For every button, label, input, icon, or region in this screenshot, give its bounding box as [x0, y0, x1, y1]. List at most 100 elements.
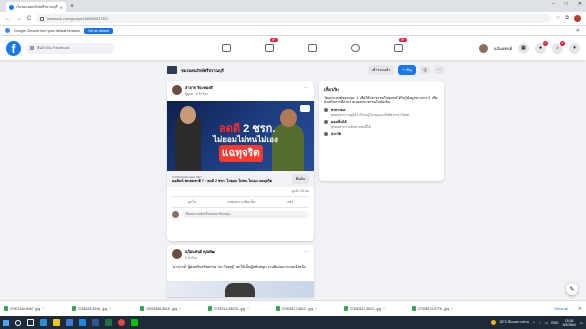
infobar-close-icon[interactable]: ✕: [576, 28, 580, 34]
reload-button[interactable]: C: [27, 16, 31, 22]
image-file-icon: [276, 306, 280, 311]
store-icon[interactable]: [66, 319, 73, 326]
notifications-icon[interactable]: ♪ 9: [552, 40, 565, 54]
comment-input[interactable]: เขียนความคิดเห็นต่อสมาชิกกลุ่ม...: [182, 211, 309, 218]
windows-start-icon[interactable]: [3, 319, 9, 326]
download-item[interactable]: 2766328-3048...jpg ^: [72, 306, 134, 311]
network-icon[interactable]: ◔: [539, 321, 541, 325]
download-filename: 2790744e-6967..jpg: [10, 306, 41, 311]
download-item[interactable]: 2790744e-6967..jpg ^: [4, 306, 66, 311]
clock-icon: [324, 132, 328, 137]
account-menu-chevron-icon[interactable]: ▾: [569, 42, 580, 54]
globe-icon: [324, 108, 328, 113]
extensions-icon[interactable]: ⧉: [565, 15, 569, 22]
download-item[interactable]: 27028972-9776...jpg ^: [412, 306, 474, 311]
share-button[interactable]: แชร์: [287, 199, 294, 205]
task-view-icon[interactable]: [27, 319, 34, 326]
chevron-up-icon[interactable]: ^: [451, 307, 453, 311]
download-item[interactable]: 27630447-3823...jpg ^: [344, 306, 406, 311]
chevron-up-icon[interactable]: ^: [383, 307, 385, 311]
nav-marketplace[interactable]: [291, 36, 334, 60]
post-author[interactable]: สาลาจ ริยะทองดี: [185, 85, 213, 91]
image-file-icon: [4, 306, 8, 311]
comment-composer: เขียนความคิดเห็นต่อสมาชิกกลุ่ม...: [167, 208, 314, 221]
facebook-search-input[interactable]: ค้นหาบน Facebook: [26, 42, 114, 54]
user-avatar[interactable]: [479, 43, 489, 53]
excel-icon[interactable]: [105, 319, 112, 326]
chevron-up-icon[interactable]: ^: [315, 307, 317, 311]
mail-icon[interactable]: [79, 319, 86, 326]
line-icon[interactable]: [131, 319, 138, 326]
post-options-icon[interactable]: ···: [304, 249, 309, 255]
download-item[interactable]: 27003517-6812...jpg ^: [276, 306, 338, 311]
chevron-up-icon[interactable]: ^: [109, 307, 111, 311]
group-search-icon[interactable]: Q: [420, 66, 430, 74]
menu-grid-icon[interactable]: ▦: [518, 42, 529, 54]
post-author[interactable]: แก้มแทนย์ คุณพัฒ: [185, 249, 215, 255]
chevron-up-icon[interactable]: ^: [247, 307, 249, 311]
author-avatar[interactable]: [172, 85, 182, 95]
group-thumbnail[interactable]: [167, 66, 177, 74]
close-window-button[interactable]: ✕: [578, 1, 582, 7]
new-message-icon[interactable]: ✎: [566, 283, 578, 295]
close-downloads-icon[interactable]: ✕: [578, 306, 582, 312]
like-button[interactable]: ถูกใจ: [188, 199, 196, 205]
link-preview[interactable]: KOMCHADLUEK.NET คอลัมน์ ชนชลชาติ 7 : ลดด…: [167, 171, 314, 187]
weather-text[interactable]: 28°C มีแดดบางส่วน: [500, 320, 529, 325]
comment-button[interactable]: แสดงความคิดเห็น: [227, 199, 255, 205]
chevron-up-icon[interactable]: ^: [42, 307, 44, 311]
messenger-icon[interactable]: ● 1: [535, 40, 548, 54]
download-item[interactable]: 2751914-28675...jpg ^: [208, 306, 270, 311]
notification-center-icon[interactable]: ▭: [580, 321, 583, 325]
profile-avatar[interactable]: [574, 15, 581, 22]
invite-button[interactable]: + เชิญ: [398, 65, 416, 75]
search-placeholder: ค้นหาบน Facebook: [37, 46, 70, 50]
clock[interactable]: 15:26 5/3/2564: [563, 319, 576, 327]
group-name[interactable]: ชมรมคนรักษ์ศรีปราณบุรี: [181, 67, 364, 74]
back-button[interactable]: ←: [5, 16, 11, 22]
show-all-downloads-link[interactable]: Show all: [554, 307, 568, 311]
url-input[interactable]: facebook.com/groups/1680920117307: [36, 14, 551, 23]
default-browser-infobar: Google Chrome isn't your default browser…: [0, 26, 586, 36]
nav-watch[interactable]: 9+: [248, 36, 291, 60]
close-tab-icon[interactable]: ✕: [60, 5, 63, 10]
forward-button[interactable]: →: [16, 16, 22, 22]
minimize-button[interactable]: –: [552, 1, 555, 7]
browser-tab[interactable]: เว็บชมรมคนรักษ์ศรีปราณบุรี | Face ✕: [6, 2, 66, 12]
bookmark-star-icon[interactable]: ☆: [556, 15, 560, 22]
facebook-header: f ค้นหาบน Facebook 9+ 9+ แก้มแทนย์ ▦ ● 1 …: [0, 36, 586, 60]
file-explorer-icon[interactable]: [53, 319, 60, 326]
post-stats[interactable]: ดูแล้ว 13 คน: [167, 187, 314, 196]
nav-gaming[interactable]: 9+: [377, 36, 420, 60]
search-taskbar-icon[interactable]: [15, 319, 21, 326]
home-icon: [222, 44, 231, 52]
new-tab-button[interactable]: +: [70, 2, 74, 12]
edge-icon[interactable]: [40, 319, 47, 326]
chevron-up-icon[interactable]: ^: [179, 307, 181, 311]
chrome-taskbar-icon[interactable]: [118, 319, 125, 326]
facebook-logo-icon[interactable]: f: [6, 40, 21, 56]
post-image[interactable]: ลดดี 2 ชรก. ไม่ยอมไม่ทนไม่เอง แฉทุจริต: [167, 101, 314, 171]
user-name[interactable]: แก้มแทนย์: [494, 45, 512, 52]
post-image[interactable]: [167, 281, 314, 297]
maximize-button[interactable]: □: [565, 1, 568, 7]
volume-icon[interactable]: ◁: [545, 321, 548, 325]
feed-post: สาลาจ ริยะทองดี ผู้ดูแล · 5 ชั่วโมง ··· …: [167, 81, 314, 241]
public-sub: ทุกคนสามารถดูได้ว่าใครอยู่ในกลุ่มและสิ่ง…: [331, 112, 409, 117]
link-action-button[interactable]: ยืนยัน: [291, 174, 309, 184]
word-icon[interactable]: [92, 319, 99, 326]
group-header-bar: ชมรมคนรักษ์ศรีปราณบุรี เข้าร่วมแล้ว + เช…: [167, 63, 444, 77]
joined-button[interactable]: เข้าร่วมแล้ว: [367, 65, 395, 75]
tray-chevron-icon[interactable]: ^: [533, 321, 535, 325]
nav-groups[interactable]: [334, 36, 377, 60]
download-filename: 27028972-9776...jpg: [418, 306, 450, 311]
nav-home[interactable]: [205, 36, 248, 60]
post-options-icon[interactable]: ···: [304, 85, 309, 91]
author-avatar[interactable]: [172, 249, 182, 259]
set-default-button[interactable]: Set as default: [84, 27, 113, 34]
marketplace-icon: [308, 44, 317, 52]
language-indicator[interactable]: ENG: [551, 321, 558, 325]
commenter-avatar: [172, 211, 179, 218]
download-item[interactable]: 23919366-9815...jpg ^: [140, 306, 202, 311]
group-more-button[interactable]: ···: [434, 66, 444, 74]
